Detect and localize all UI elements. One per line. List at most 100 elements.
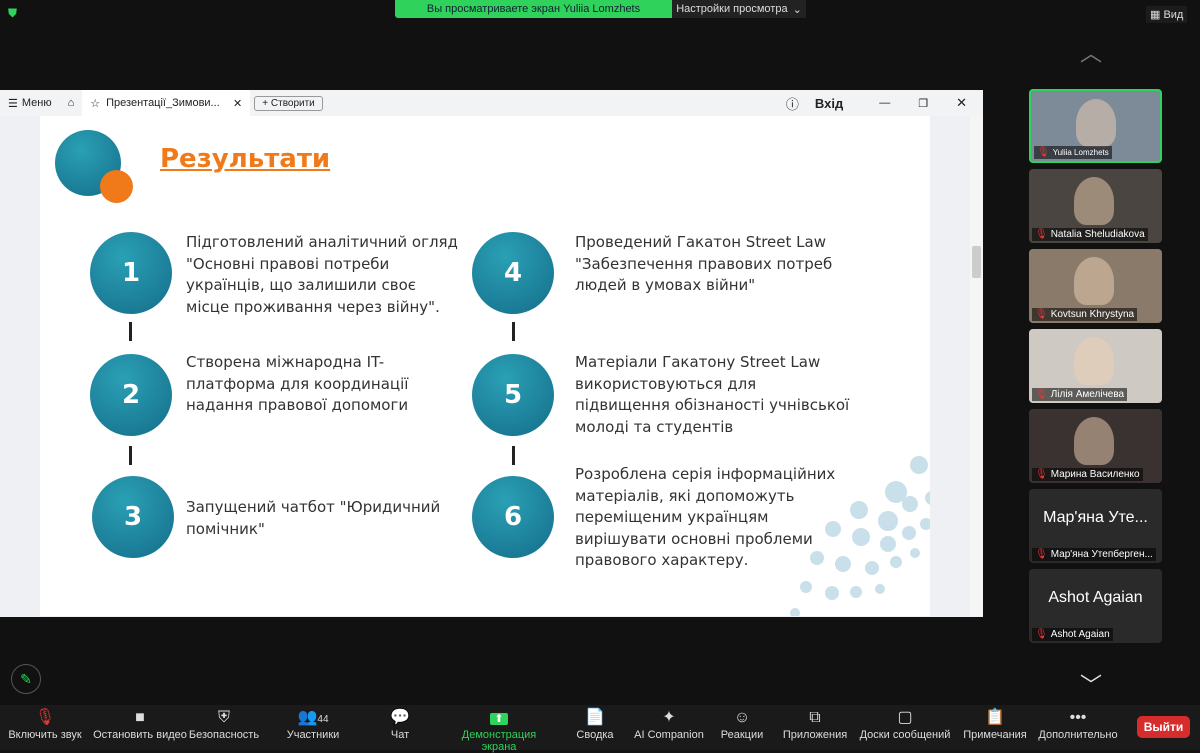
tab-presentation[interactable]: ☆ Презентації_Зимови... ✕	[82, 90, 251, 116]
participant-tile[interactable]: 🎙 Yuliia Lomzhets	[1029, 89, 1162, 163]
plus-icon: +	[262, 97, 271, 109]
home-button[interactable]: ⌂	[60, 97, 83, 109]
browser-tab-bar: ☰ Меню ⌂ ☆ Презентації_Зимови... ✕ + Створи…	[0, 90, 983, 116]
encryption-shield-icon[interactable]: ⛊	[8, 6, 20, 20]
participant-name: Мар'яна Утепберген...	[1050, 549, 1153, 560]
more-button[interactable]: ••• Дополнительно	[1023, 707, 1133, 741]
participant-tile[interactable]: 🎙 Natalia Sheludiakova	[1029, 169, 1162, 243]
connector-line	[129, 322, 132, 341]
decorative-dot	[852, 528, 870, 546]
login-button[interactable]: Вхід	[807, 96, 851, 111]
participant-name-tag: 🎙 Лілія Амелічева	[1032, 388, 1128, 401]
participants-count: 44	[317, 714, 329, 725]
create-label: Створити	[270, 97, 315, 109]
muted-mic-icon: 🎙	[1035, 629, 1048, 640]
participant-tile[interactable]: 🎙 Kovtsun Khrystyna	[1029, 249, 1162, 323]
chevron-down-icon: ⌄	[792, 3, 802, 16]
decorative-dot	[790, 608, 800, 616]
share-screen-button[interactable]: ⬆ Демонстрация экрана	[444, 707, 554, 753]
decorative-dot	[910, 456, 928, 474]
participant-name: Лілія Амелічева	[1050, 389, 1125, 400]
participant-name: Ashot Agaian	[1050, 629, 1110, 640]
decorative-dot	[902, 526, 916, 540]
muted-mic-icon: 🎙	[1035, 389, 1048, 400]
step-number-circle: 1	[90, 232, 172, 314]
connector-line	[512, 446, 515, 465]
help-icon[interactable]: ⓘ	[778, 94, 807, 113]
decorative-dot	[878, 511, 898, 531]
participant-name-tag: 🎙 Yuliia Lomzhets	[1034, 146, 1112, 159]
screen-share-banner: Вы просматриваете экран Yuliia Lomzhets	[395, 0, 672, 18]
step-number-circle: 3	[92, 476, 174, 558]
step-text: Запущений чатбот "Юридичний помічник"	[186, 498, 441, 538]
participant-name-tag: 🎙 Natalia Sheludiakova	[1032, 228, 1148, 241]
grid-icon: ▦	[1150, 9, 1164, 21]
view-button[interactable]: ▦ Вид	[1146, 6, 1188, 23]
close-window-icon[interactable]: ✕	[948, 95, 975, 111]
toolbar-label: Дополнительно	[1038, 729, 1118, 741]
presentation-slide: Результати 1 Підготовлений аналітичний ог…	[40, 116, 930, 616]
home-icon: ⌂	[67, 97, 75, 109]
decorative-dot	[910, 548, 920, 558]
step-number-circle: 6	[472, 476, 554, 558]
step-number-circle: 4	[472, 232, 554, 314]
share-arrow-icon: ⬆	[444, 707, 554, 729]
chevron-down-icon[interactable]: ﹀	[1080, 668, 1102, 700]
muted-mic-icon: 🎙	[1035, 549, 1048, 560]
participant-video	[1074, 177, 1114, 225]
close-tab-icon[interactable]: ✕	[233, 97, 242, 110]
participant-tile[interactable]: Ashot Agaian 🎙 Ashot Agaian	[1029, 569, 1162, 643]
create-button[interactable]: + Створити	[254, 95, 323, 111]
minimize-icon[interactable]: —	[871, 97, 898, 109]
participant-tile[interactable]: 🎙 Лілія Амелічева	[1029, 329, 1162, 403]
menu-button[interactable]: ☰ Меню	[0, 97, 60, 110]
step-number-circle: 2	[90, 354, 172, 436]
toolbar-label: Чат	[390, 729, 410, 741]
scrollbar[interactable]	[970, 116, 983, 616]
step-text: Підготовлений аналітичний огляд "Основні…	[186, 233, 458, 316]
chat-button[interactable]: 💬 Чат	[345, 707, 455, 741]
participant-tile[interactable]: Мар'яна Уте... 🎙 Мар'яна Утепберген...	[1029, 489, 1162, 563]
tab-title: Презентації_Зимови...	[106, 97, 220, 109]
annotate-pencil-button[interactable]: ✎	[11, 664, 41, 694]
participant-name: Natalia Sheludiakova	[1050, 229, 1145, 240]
slide-title: Результати	[160, 144, 331, 174]
step-text: Матеріали Гакатону Street Law використов…	[575, 353, 850, 436]
decorative-dot	[825, 521, 841, 537]
decorative-dot	[902, 496, 918, 512]
decorative-dot	[800, 581, 812, 593]
decorative-dot	[880, 536, 896, 552]
leave-button[interactable]: Выйти	[1137, 716, 1190, 738]
participant-video	[1076, 99, 1116, 147]
step-number-circle: 5	[472, 354, 554, 436]
step-text: Створена міжнародна IT-платформа для коо…	[186, 353, 409, 414]
scrollbar-thumb[interactable]	[972, 246, 981, 278]
muted-mic-icon: 🎙	[1035, 469, 1048, 480]
hamburger-icon: ☰	[8, 97, 18, 110]
star-icon: ☆	[90, 97, 101, 110]
participant-name-tag: 🎙 Мар'яна Утепберген...	[1032, 548, 1156, 561]
participant-big-name: Ashot Agaian	[1048, 589, 1143, 606]
toolbar-label: Демонстрация экрана	[461, 729, 537, 753]
menu-label: Меню	[21, 97, 52, 109]
chevron-up-icon[interactable]: ︿	[1080, 36, 1102, 68]
step-text: Проведений Гакатон Street Law "Забезпече…	[575, 233, 833, 294]
decorative-dot	[835, 556, 851, 572]
muted-mic-icon: 🎙	[1037, 147, 1050, 158]
decorative-dot	[810, 551, 824, 565]
participant-name: Kovtsun Khrystyna	[1050, 309, 1135, 320]
restore-icon[interactable]: ❐	[910, 97, 936, 110]
participant-name: Yuliia Lomzhets	[1052, 148, 1109, 157]
view-settings-button[interactable]: Настройки просмотра ⌄	[672, 0, 806, 18]
participant-big-name: Мар'яна Уте...	[1043, 509, 1148, 526]
decorative-dot	[890, 556, 902, 568]
step-text: Розроблена серія інформаційних матеріалі…	[575, 465, 836, 569]
logo-orange-circle	[100, 170, 133, 203]
more-dots-icon: •••	[1069, 709, 1087, 726]
decorative-dot	[825, 586, 839, 600]
decorative-dot	[865, 561, 879, 575]
decorative-dot	[920, 518, 930, 530]
participant-video	[1074, 257, 1114, 305]
participant-tile[interactable]: 🎙 Марина Василенко	[1029, 409, 1162, 483]
connector-line	[129, 446, 132, 465]
